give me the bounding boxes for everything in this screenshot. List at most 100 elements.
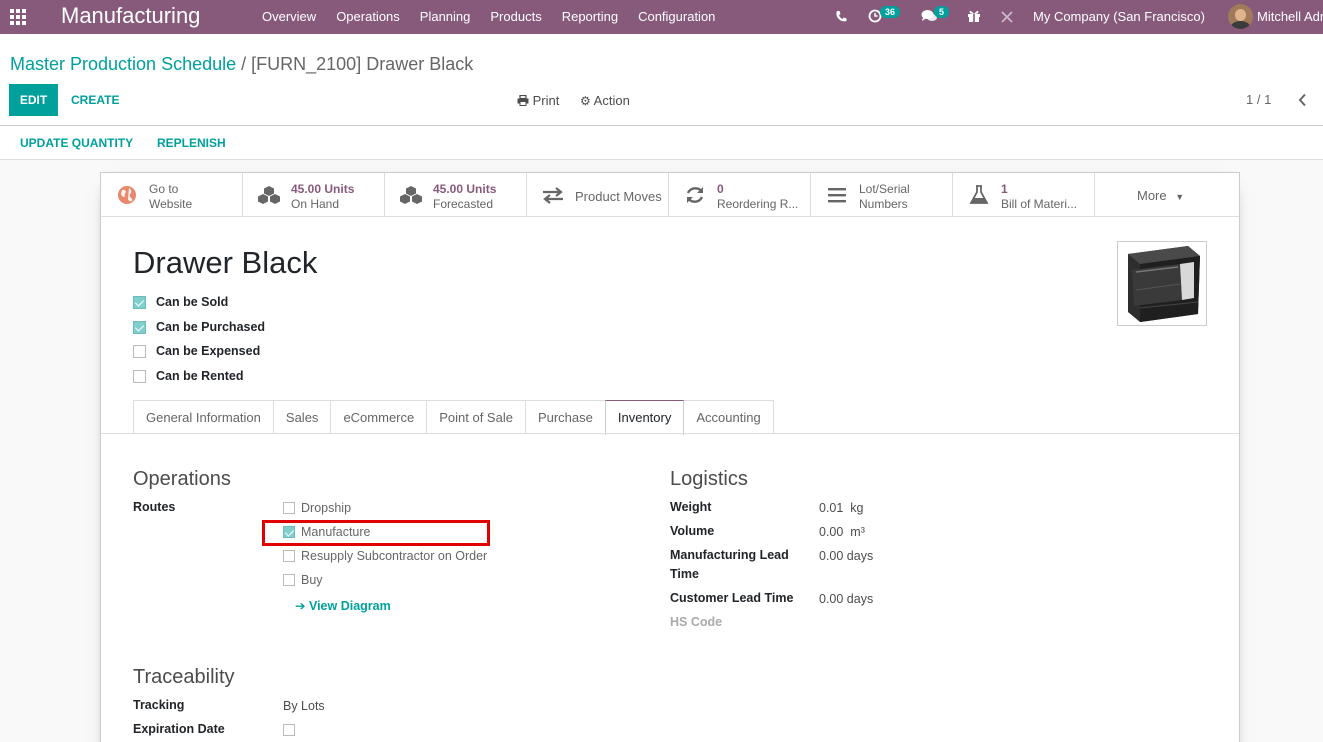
on-hand-value: 45.00 Units: [291, 182, 355, 196]
menu-operations[interactable]: Operations: [326, 0, 410, 34]
view-diagram-label: View Diagram: [308, 599, 391, 613]
tab-purchase[interactable]: Purchase: [524, 400, 606, 434]
user-menu[interactable]: Mitchell Admin: [1257, 9, 1323, 24]
form-statusbar: UPDATE QUANTITY REPLENISH: [0, 126, 1323, 160]
cubes-icon: [400, 186, 422, 204]
can-be-expensed-checkbox-row[interactable]: Can be Expensed: [133, 342, 260, 360]
apps-menu-icon[interactable]: [10, 9, 28, 25]
create-button[interactable]: CREATE: [71, 93, 119, 107]
refresh-icon: [686, 187, 704, 203]
bom-label: Bill of Materi...: [1001, 197, 1078, 211]
traceability-heading: Traceability: [133, 666, 235, 688]
operations-heading: Operations: [133, 468, 231, 490]
action-menu[interactable]: ⚙ Action: [580, 93, 630, 108]
user-avatar[interactable]: [1228, 4, 1253, 29]
tab-point-of-sale[interactable]: Point of Sale: [426, 400, 526, 434]
route-resupply-row[interactable]: Resupply Subcontractor on Order: [283, 547, 487, 565]
lot-serial-line1: Lot/Serial: [859, 182, 910, 196]
bom-value: 1: [1001, 182, 1008, 196]
drawer-image: [1128, 246, 1200, 322]
debug-close-icon[interactable]: [1001, 11, 1013, 23]
on-hand-smart-button[interactable]: 45.00 Units On Hand: [243, 173, 385, 217]
control-panel: Master Production Schedule / [FURN_2100] D…: [0, 34, 1323, 126]
list-icon: [828, 188, 846, 203]
route-dropship-row[interactable]: Dropship: [283, 499, 351, 517]
chevron-left-icon[interactable]: [1298, 93, 1307, 107]
volume-label: Volume: [670, 524, 715, 538]
can-be-rented-checkbox-row[interactable]: Can be Rented: [133, 367, 244, 385]
reordering-rules-smart-button[interactable]: 0 Reordering R...: [669, 173, 811, 217]
route-resupply-checkbox[interactable]: [283, 550, 295, 562]
product-moves-smart-button[interactable]: Product Moves: [527, 173, 669, 217]
print-icon: [517, 94, 529, 106]
on-hand-label: On Hand: [291, 197, 340, 211]
app-name[interactable]: Manufacturing: [61, 3, 200, 29]
edit-button[interactable]: EDIT: [9, 84, 58, 116]
smart-button-box: Go to Website 45.00 Units On Hand 45.00 Un…: [101, 173, 1239, 217]
caret-down-icon: ▼: [1175, 192, 1185, 202]
tab-general-information[interactable]: General Information: [133, 400, 274, 434]
menu-products[interactable]: Products: [480, 0, 551, 34]
expiration-date-checkbox[interactable]: [283, 724, 295, 736]
can-be-sold-checkbox-row[interactable]: Can be Sold: [133, 293, 228, 311]
menu-configuration[interactable]: Configuration: [628, 0, 725, 34]
weight-field: 0.01 kg: [819, 501, 864, 515]
can-be-purchased-checkbox[interactable]: [133, 320, 146, 334]
tab-accounting[interactable]: Accounting: [683, 400, 774, 434]
update-quantity-button[interactable]: UPDATE QUANTITY: [20, 136, 133, 150]
can-be-purchased-label: Can be Purchased: [156, 320, 266, 334]
website-smart-button[interactable]: Go to Website: [101, 173, 243, 217]
route-buy-checkbox[interactable]: [283, 574, 295, 586]
replenish-button[interactable]: REPLENISH: [157, 136, 226, 150]
can-be-rented-label: Can be Rented: [156, 369, 244, 383]
tracking-value[interactable]: By Lots: [283, 699, 325, 713]
activity-count-badge: 36: [880, 6, 901, 18]
lot-serial-smart-button[interactable]: Lot/Serial Numbers: [811, 173, 953, 217]
menu-reporting[interactable]: Reporting: [552, 0, 628, 34]
mlt-label-line2: Time: [670, 567, 699, 581]
menu-planning[interactable]: Planning: [410, 0, 481, 34]
tab-inventory[interactable]: Inventory: [604, 400, 685, 435]
hs-code-label: HS Code: [670, 615, 723, 629]
company-switcher[interactable]: My Company (San Francisco): [1033, 9, 1205, 24]
can-be-expensed-checkbox[interactable]: [133, 344, 146, 358]
weight-unit: kg: [850, 501, 864, 515]
tab-sales[interactable]: Sales: [272, 400, 332, 434]
forecasted-smart-button[interactable]: 45.00 Units Forecasted: [385, 173, 527, 217]
website-line1: Go to: [149, 182, 179, 196]
can-be-purchased-checkbox-row[interactable]: Can be Purchased: [133, 318, 265, 336]
menu-overview[interactable]: Overview: [252, 0, 326, 34]
gift-icon[interactable]: [967, 9, 981, 23]
pager-value[interactable]: 1 / 1: [1246, 92, 1271, 107]
reordering-value: 0: [717, 182, 724, 196]
can-be-sold-checkbox[interactable]: [133, 295, 146, 309]
product-image[interactable]: [1117, 241, 1207, 326]
route-dropship-checkbox[interactable]: [283, 502, 295, 514]
reordering-label: Reordering R...: [717, 197, 799, 211]
main-menu: Overview Operations Planning Products Re…: [252, 0, 725, 34]
logistics-heading: Logistics: [670, 468, 748, 490]
can-be-rented-checkbox[interactable]: [133, 369, 146, 383]
mlt-label-line1: Manufacturing Lead: [670, 548, 789, 562]
expiration-date-label: Expiration Date: [133, 722, 225, 736]
forecasted-label: Forecasted: [433, 197, 494, 211]
breadcrumb-parent[interactable]: Master Production Schedule: [10, 54, 236, 74]
route-buy-label: Buy: [301, 573, 323, 587]
print-menu[interactable]: Print: [517, 93, 559, 108]
forecasted-value: 45.00 Units: [433, 182, 497, 196]
phone-icon[interactable]: [835, 10, 847, 23]
customer-lead-time-value: 0.00 days: [819, 592, 874, 606]
route-buy-row[interactable]: Buy: [283, 571, 323, 589]
volume-unit: m³: [850, 525, 865, 539]
more-smart-button[interactable]: More ▼: [1095, 173, 1237, 217]
customer-lead-time-label: Customer Lead Time: [670, 591, 794, 605]
bill-of-materials-smart-button[interactable]: 1 Bill of Materi...: [953, 173, 1095, 217]
action-label: Action: [593, 93, 630, 108]
product-moves-label: Product Moves: [575, 189, 662, 204]
tab-ecommerce[interactable]: eCommerce: [330, 400, 428, 434]
flask-icon: [969, 185, 989, 204]
view-diagram-link[interactable]: ➔ View Diagram: [295, 598, 391, 613]
exchange-icon: [543, 187, 563, 204]
arrow-right-icon: ➔: [295, 599, 306, 613]
product-name[interactable]: Drawer Black: [133, 245, 317, 281]
